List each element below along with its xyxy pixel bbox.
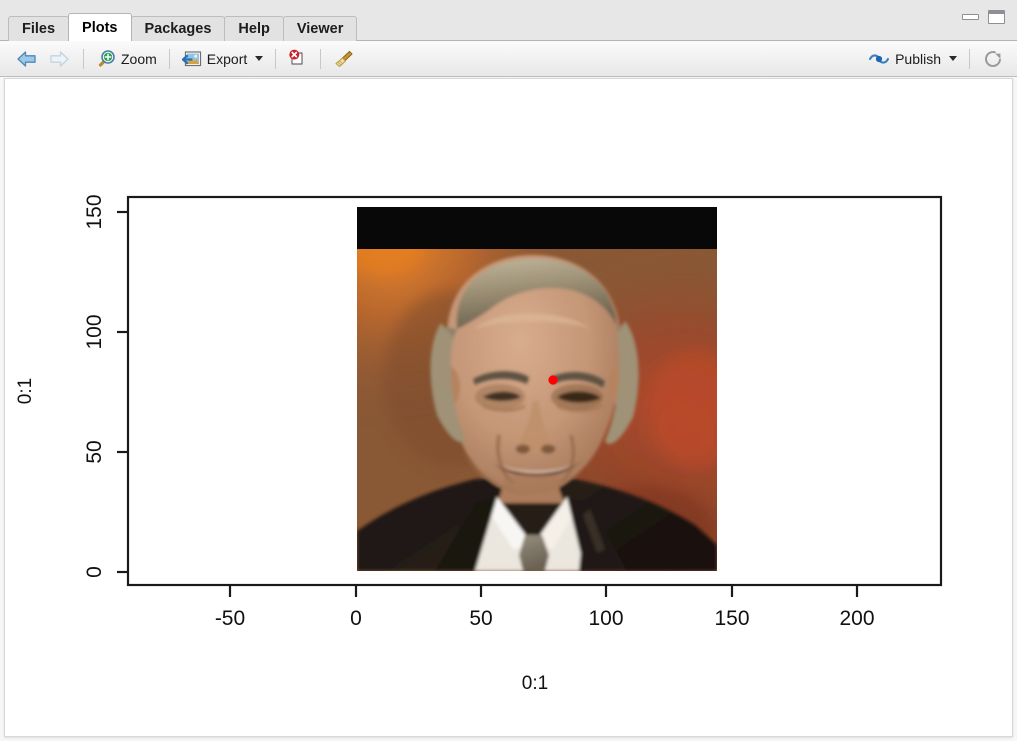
y-tick-label: 50: [83, 440, 106, 463]
refresh-icon: [985, 50, 1001, 67]
maximize-pane-icon[interactable]: [988, 10, 1005, 24]
x-axis-title: 0:1: [522, 673, 548, 694]
remove-plot-button[interactable]: [283, 46, 313, 72]
arrow-right-icon: [50, 50, 69, 67]
chevron-down-icon[interactable]: [949, 56, 957, 61]
toolbar-left-group: Zoom Export: [10, 41, 360, 76]
x-tick-label: 200: [839, 607, 874, 630]
plot-raster-image: [357, 207, 717, 571]
toolbar-right-group: Publish: [863, 41, 1009, 76]
tab-help-label: Help: [238, 21, 270, 37]
x-tick-label: 150: [714, 607, 749, 630]
tab-help[interactable]: Help: [224, 16, 284, 41]
pane-tab-strip: Files Plots Packages Help Viewer: [0, 0, 1017, 41]
x-tick-label: -50: [215, 607, 245, 630]
toolbar-divider: [275, 48, 277, 69]
toolbar-divider: [969, 48, 970, 69]
arrow-left-icon: [17, 50, 36, 67]
y-axis-title: 0:1: [15, 378, 36, 404]
x-axis-tick-labels: -50 0 50 100 150 200: [215, 607, 875, 630]
tab-packages[interactable]: Packages: [130, 16, 226, 41]
zoom-label: Zoom: [121, 50, 157, 67]
tab-packages-label: Packages: [144, 21, 212, 37]
magnifier-plus-icon: [98, 49, 115, 67]
next-plot-button[interactable]: [43, 46, 76, 72]
red-point-marker: [548, 375, 558, 385]
y-tick-label: 100: [83, 314, 106, 349]
x-tick-label: 0: [350, 607, 362, 630]
minimize-pane-icon[interactable]: [962, 14, 979, 20]
y-axis-tick-labels: 150 100 50 0: [83, 194, 106, 577]
refresh-plot-button[interactable]: [977, 46, 1009, 72]
plot-canvas[interactable]: 150 100 50 0 0:1 -50 0 50 100 150 200 0:…: [5, 79, 1012, 736]
toolbar-divider: [168, 48, 170, 69]
r-base-plot: 150 100 50 0 0:1 -50 0 50 100 150 200 0:…: [15, 194, 943, 694]
broom-icon: [335, 50, 353, 67]
clear-all-plots-button[interactable]: [328, 46, 360, 72]
plot-output-panel: 150 100 50 0 0:1 -50 0 50 100 150 200 0:…: [4, 78, 1013, 737]
window-controls: [962, 10, 1005, 24]
tab-files-label: Files: [22, 21, 56, 37]
chevron-down-icon[interactable]: [255, 56, 264, 61]
rstudio-plots-pane: Files Plots Packages Help Viewer Zoom Ex…: [0, 0, 1017, 741]
y-axis-ticks: [117, 210, 128, 574]
publish-button[interactable]: Publish: [863, 46, 962, 72]
x-axis-ticks: [228, 585, 859, 597]
plots-toolbar: Zoom Export Publish: [0, 41, 1017, 77]
image-top-black-band: [357, 207, 717, 249]
x-tick-label: 50: [469, 607, 492, 630]
page-remove-red-x-icon: [289, 49, 303, 65]
tab-viewer-label: Viewer: [296, 21, 344, 37]
tab-plots-label: Plots: [82, 20, 118, 36]
tab-plots[interactable]: Plots: [68, 13, 132, 41]
tab-viewer[interactable]: Viewer: [282, 16, 358, 41]
tab-files[interactable]: Files: [8, 16, 70, 41]
toolbar-divider: [320, 48, 322, 69]
export-button[interactable]: Export: [177, 46, 268, 72]
y-tick-label: 0: [83, 566, 106, 578]
x-tick-label: 100: [588, 607, 623, 630]
image-export-icon: [181, 50, 201, 66]
y-tick-label: 150: [83, 194, 106, 229]
publish-icon: [869, 53, 890, 64]
zoom-button[interactable]: Zoom: [91, 46, 162, 72]
toolbar-divider: [83, 48, 84, 69]
publish-label: Publish: [895, 50, 941, 67]
previous-plot-button[interactable]: [10, 46, 43, 72]
tab-list: Files Plots Packages Help Viewer: [8, 8, 358, 41]
export-label: Export: [206, 50, 248, 67]
